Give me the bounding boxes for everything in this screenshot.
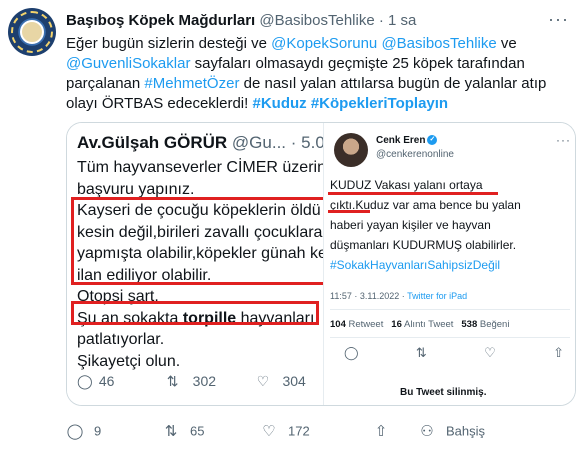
verified-icon: ✓: [427, 135, 438, 146]
left-replies-count: 46: [98, 373, 115, 389]
right-retweets-count: 104: [330, 319, 346, 330]
reply-icon: ◯: [66, 423, 84, 440]
right-tweet-meta: 11:57 · 3.11.2022 · Twitter for iPad: [330, 291, 467, 301]
text-segment: olayı ÖRTBAS edeceklerdi!: [66, 95, 253, 112]
screenshot-left-tweet: Av.Gülşah GÖRÜR @Gu... · 5.01.2 Tüm hayv…: [67, 123, 348, 405]
right-tweet-actions: ◯ ⇅ ♡ ⇧: [344, 345, 564, 361]
tweet-actions: ◯ 9 ⇅ 65 ♡ 172 ⇧ ⚇ Bahşiş: [66, 422, 506, 442]
right-line: düşmanları KUDURMUŞ olabilirler.: [330, 238, 517, 252]
retweet-icon: ⇅: [166, 373, 179, 389]
retweet-icon: ⇅: [164, 423, 178, 440]
retweet-icon: ⇅: [415, 345, 427, 360]
right-more-icon: ···: [556, 133, 571, 147]
tip-label: Bahşiş: [446, 423, 486, 439]
hashtag-mehmetozer[interactable]: #MehmetÖzer: [144, 75, 239, 92]
reply-icon: ◯: [77, 373, 93, 389]
right-author-name: Cenk Eren: [376, 135, 426, 146]
left-author-name: Av.Gülşah GÖRÜR: [77, 133, 228, 152]
reply-icon: ◯: [344, 345, 359, 360]
tweet-text: Eğer bugün sizlerin desteği ve @KopekSor…: [66, 34, 566, 114]
more-options-icon[interactable]: ···: [548, 10, 572, 30]
tip-icon: ⚇: [420, 423, 434, 440]
text-segment: sayfaları olmasaydı geçmişte 25 köpek ta…: [190, 55, 525, 72]
share-icon: ⇧: [553, 345, 564, 360]
left-line: Şikayetçi olun.: [77, 352, 181, 370]
right-likes-label: Beğeni: [479, 319, 510, 330]
right-likes-count: 538: [461, 319, 478, 330]
reply-button[interactable]: ◯ 9: [66, 422, 102, 440]
screenshot-right-tweet: Cenk Eren ✓ @cenkerenonline ··· KUDUZ Vak…: [323, 123, 575, 405]
hashtag-kopeklertoplayin[interactable]: #KöpekleriToplayın: [311, 95, 448, 112]
left-tweet-header: Av.Gülşah GÖRÜR @Gu... · 5.01.2: [77, 133, 348, 153]
hashtag-kuduz[interactable]: #Kuduz: [252, 95, 306, 112]
tweet-image[interactable]: Av.Gülşah GÖRÜR @Gu... · 5.01.2 Tüm hayv…: [66, 122, 576, 406]
left-retweets-count: 302: [192, 373, 217, 389]
text-segment: ve: [496, 35, 517, 52]
left-likes-count: 304: [282, 373, 306, 389]
tweet-header: Başıboş Köpek Mağdurları @BasibosTehlike…: [66, 12, 416, 29]
retweet-count: 65: [190, 423, 205, 439]
mention-kopeksorunu[interactable]: @KopekSorunu: [271, 35, 377, 52]
mention-guvenlisokaklar[interactable]: @GuvenliSokaklar: [66, 55, 190, 72]
separator-dot: ·: [378, 12, 384, 29]
author-name[interactable]: Başıboş Köpek Mağdurları: [66, 12, 255, 29]
right-tweet-stats: 104 Retweet 16 Alıntı Tweet 538 Beğeni: [330, 319, 509, 330]
share-button[interactable]: ⇧: [372, 422, 400, 440]
divider: [330, 309, 570, 310]
like-button[interactable]: ♡ 172: [260, 422, 310, 440]
right-author-name-row: Cenk Eren ✓: [376, 135, 438, 146]
tweet[interactable]: Başıboş Köpek Mağdurları @BasibosTehlike…: [0, 0, 588, 452]
reply-count: 9: [94, 423, 102, 439]
red-highlight-box: [71, 301, 319, 325]
red-underline: [328, 210, 370, 213]
right-hashtag: #SokakHayvanlarıSahipsizDeğil: [330, 258, 501, 272]
red-highlight-box: [71, 197, 323, 285]
right-source: Twitter for iPad: [407, 291, 468, 301]
share-icon: ⇧: [374, 423, 388, 440]
right-author-handle: @cenkerenonline: [376, 149, 454, 160]
divider: [330, 337, 570, 338]
author-handle[interactable]: @BasibosTehlike: [259, 12, 374, 29]
left-tweet-actions: ◯ 46 ⇅ 302 ♡ 304: [77, 373, 306, 390]
text-segment: Eğer bugün sizlerin desteği ve: [66, 35, 272, 52]
red-underline: [328, 192, 498, 195]
right-quotes-count: 16: [391, 319, 402, 330]
right-line: haberi yayan kişiler ve hayvan: [330, 218, 491, 232]
right-time: 11:57 · 3.11.2022 ·: [330, 291, 408, 301]
like-icon: ♡: [484, 345, 496, 360]
right-retweets-label: Retweet: [348, 319, 384, 330]
left-author-handle: @Gu...: [231, 133, 287, 152]
like-icon: ♡: [262, 423, 276, 440]
left-line: Tüm hayvanseverler CİMER üzerinde: [77, 159, 323, 176]
text-segment: de nasıl yalan attılarsa bugün de yalanl…: [239, 75, 547, 92]
left-dot: ·: [290, 133, 297, 152]
author-avatar[interactable]: [8, 8, 56, 56]
right-tweet-text: KUDUZ Vakası yalanı ortaya çıktı.Kuduz v…: [330, 175, 574, 275]
right-quotes-label: Alıntı Tweet: [403, 319, 454, 330]
like-count: 172: [288, 423, 310, 439]
avatar-dog-emblem: [20, 20, 44, 44]
right-author-avatar: [334, 133, 368, 167]
left-line: patlatıyorlar.: [77, 331, 165, 348]
text-segment: parçalanan: [66, 75, 145, 92]
deleted-tweet-notice: Bu Tweet silinmiş.: [400, 387, 487, 398]
retweet-button[interactable]: ⇅ 65: [162, 422, 205, 440]
tip-button[interactable]: ⚇ Bahşiş: [418, 422, 485, 440]
mention-basibostehlike[interactable]: @BasibosTehlike: [381, 35, 496, 52]
tweet-time[interactable]: 1 sa: [388, 12, 416, 29]
like-icon: ♡: [256, 373, 270, 389]
